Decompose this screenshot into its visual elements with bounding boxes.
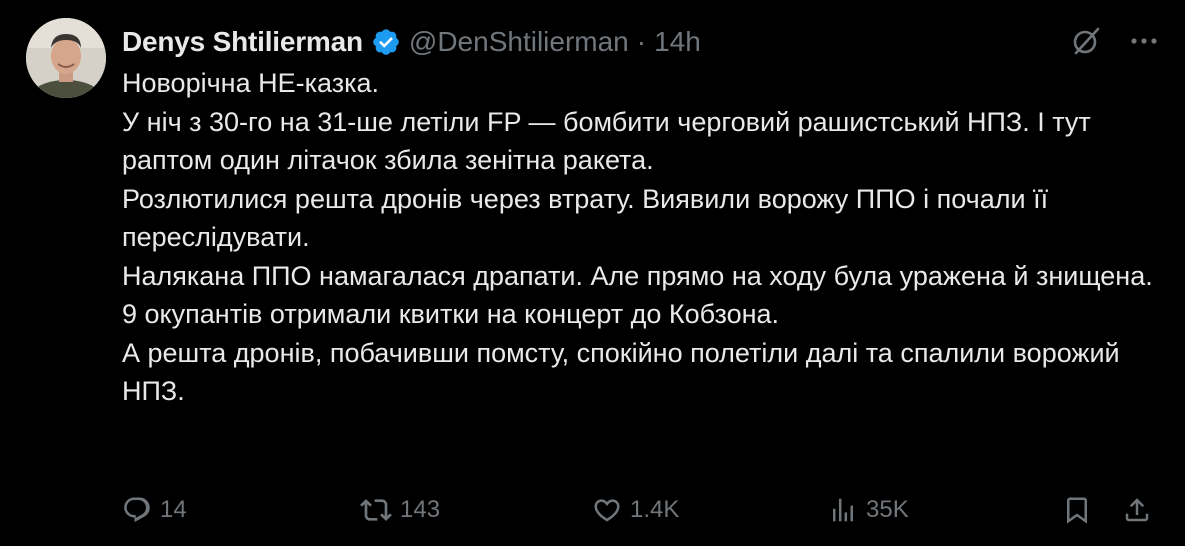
bookmark-icon (1067, 497, 1087, 524)
like-count: 1.4K (630, 496, 680, 523)
header-separator: · (636, 26, 647, 57)
tweet-line: Налякана ППО намагалася драпати. Але пря… (122, 260, 1153, 291)
avatar[interactable] (26, 18, 106, 98)
retweet-button[interactable]: 143 (360, 490, 440, 530)
share-button[interactable] (1122, 490, 1152, 530)
tweet-line: У ніч з 30-го на 31-ше летіли FP — бомби… (122, 106, 1091, 176)
grok-slash-icon[interactable] (1069, 24, 1103, 58)
views-bar-chart-icon (833, 498, 853, 522)
tweet-timestamp[interactable]: 14h (654, 26, 701, 58)
reply-button[interactable]: 14 (122, 490, 187, 530)
tweet-text: Новорічна НЕ-казка. У ніч з 30-го на 31-… (122, 64, 1157, 411)
views-count: 35K (866, 496, 909, 523)
tweet-line: А решта дронів, побачивши помсту, спокій… (122, 337, 1120, 407)
author-display-name[interactable]: Denys Shtilierman (122, 26, 363, 58)
share-upload-icon (1125, 498, 1149, 522)
tweet: Denys Shtilierman @DenShtilierman · 14h (0, 0, 1185, 546)
bookmark-button[interactable] (1062, 490, 1092, 530)
retweet-count: 143 (400, 496, 441, 523)
reply-bubble-icon (124, 497, 150, 523)
verified-badge-icon[interactable] (371, 27, 401, 57)
more-horizontal-icon[interactable] (1129, 26, 1159, 56)
views-button[interactable]: 35K (828, 490, 909, 530)
tweet-line: Новорічна НЕ-казка. (122, 68, 380, 98)
tweet-action-bar: 14 143 1.4K 35K (122, 490, 1162, 530)
tweet-line: 9 окупантів отримали квитки на концерт д… (122, 299, 780, 329)
like-button[interactable]: 1.4K (592, 490, 679, 530)
tweet-top-actions (1069, 24, 1159, 58)
tweet-header: Denys Shtilierman @DenShtilierman · 14h (122, 22, 701, 62)
retweet-icon (360, 499, 392, 521)
avatar-photo (26, 18, 106, 98)
author-handle[interactable]: @DenShtilierman (409, 26, 629, 58)
reply-count: 14 (160, 496, 187, 523)
tweet-line: Розлютилися решта дронів через втрату. В… (122, 183, 1049, 253)
heart-icon (594, 499, 620, 522)
